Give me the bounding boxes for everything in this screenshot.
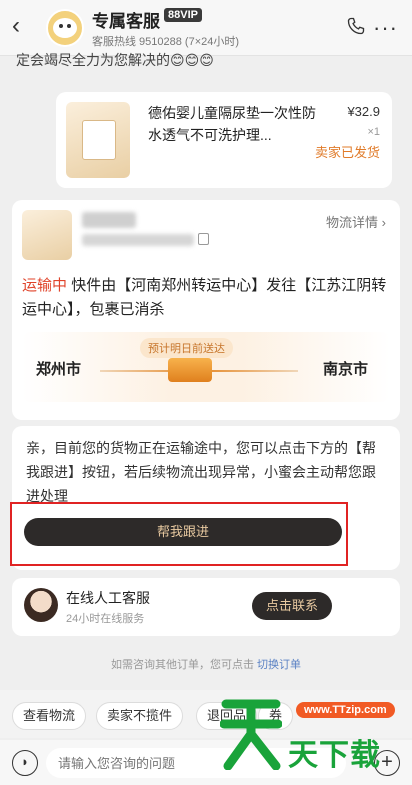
agent-avatar bbox=[24, 588, 58, 622]
product-price: ¥32.9 bbox=[347, 104, 380, 119]
vip-badge: 88VIP bbox=[164, 8, 202, 22]
switch-order-link[interactable]: 切换订单 bbox=[257, 659, 301, 671]
product-quantity: ×1 bbox=[367, 126, 380, 138]
courier-name-blurred bbox=[82, 212, 136, 228]
chat-header: ‹ 专属客服 88VIP 客服热线 9510288 (7×24小时) ··· bbox=[0, 0, 412, 56]
avatar-face bbox=[53, 18, 77, 38]
eta-badge: 预计明日前送达 bbox=[140, 338, 233, 358]
quick-action-seller-no-pickup[interactable]: 卖家不揽件 bbox=[96, 702, 184, 730]
agent-card: 在线人工客服 24小时在线服务 点击联系 bbox=[12, 578, 400, 636]
status-label: 运输中 bbox=[22, 277, 68, 294]
product-name: 德佑婴儿童隔尿垫一次性防水透气不可洗护理... bbox=[148, 105, 316, 143]
chevron-left-icon[interactable]: ‹ bbox=[12, 14, 20, 38]
shipping-status: 卖家已发货 bbox=[314, 145, 380, 160]
route-map: 预计明日前送达 郑州市 南京市 bbox=[22, 332, 390, 402]
contact-button[interactable]: 点击联系 bbox=[252, 592, 332, 620]
agent-title: 在线人工客服 bbox=[66, 590, 150, 606]
watermark-url: www.TTzip.com bbox=[296, 702, 395, 718]
logistics-status: 运输中 快件由【河南郑州转运中心】发往【江苏江阴转运中心】，包裹已消杀 bbox=[22, 274, 392, 322]
status-text: 快件由【河南郑州转运中心】发往【江苏江阴转运中心】，包裹已消杀 bbox=[22, 277, 387, 318]
switch-hint-text: 如需咨询其他订单，您可点击 bbox=[110, 659, 254, 671]
hotline-text: 客服热线 9510288 (7×24小时) bbox=[92, 36, 240, 48]
copy-icon[interactable] bbox=[198, 233, 209, 245]
more-dots-icon[interactable]: ··· bbox=[373, 17, 398, 39]
voice-icon[interactable]: ◗ bbox=[12, 750, 38, 776]
watermark-text: 天下载 bbox=[288, 739, 381, 772]
truck-icon bbox=[168, 358, 212, 382]
agent-subtitle: 24小时在线服务 bbox=[66, 613, 145, 625]
to-city: 南京市 bbox=[322, 361, 368, 378]
quick-action-logistics[interactable]: 查看物流 bbox=[12, 702, 87, 730]
product-image bbox=[66, 102, 130, 178]
phone-icon[interactable] bbox=[346, 16, 366, 36]
from-city: 郑州市 bbox=[36, 361, 82, 378]
previous-message-tail: 定会竭尽全力为您解决的😊😊😊 bbox=[16, 52, 214, 68]
logistics-product-image bbox=[22, 210, 72, 260]
avatar[interactable] bbox=[46, 9, 84, 47]
message-text: 亲，目前您的货物正在运输途中，您可以点击下方的【帮我跟进】按钮，若后续物流出现异… bbox=[26, 440, 376, 504]
highlight-frame bbox=[10, 502, 348, 566]
logistics-card: 物流详情 › 运输中 快件由【河南郑州转运中心】发往【江苏江阴转运中心】，包裹已… bbox=[12, 200, 400, 420]
tracking-number-blurred bbox=[82, 234, 194, 246]
logistics-detail-link[interactable]: 物流详情 › bbox=[326, 212, 386, 231]
watermark-logo bbox=[220, 699, 282, 770]
page-title: 专属客服 bbox=[92, 12, 160, 31]
switch-order-hint: 如需咨询其他订单，您可点击 切换订单 bbox=[0, 656, 412, 672]
product-card[interactable]: 德佑婴儿童隔尿垫一次性防水透气不可洗护理... ¥32.9 ×1 卖家已发货 bbox=[56, 92, 392, 188]
